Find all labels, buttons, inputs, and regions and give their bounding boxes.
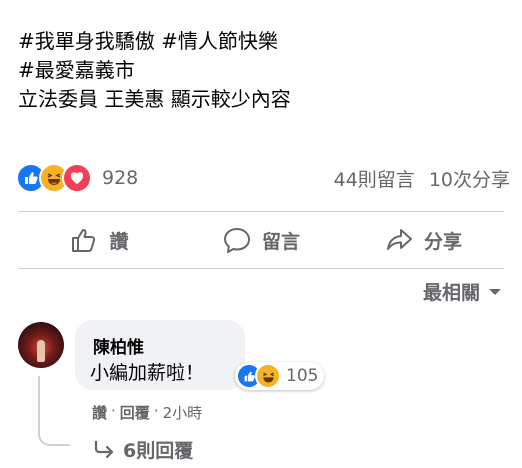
love-icon bbox=[62, 163, 92, 193]
comment-like-link[interactable]: 讚 bbox=[92, 402, 107, 423]
post-hashtags-line[interactable]: #我單身我驕傲 #情人節快樂 bbox=[18, 27, 291, 56]
comment-author[interactable]: 陳柏惟 bbox=[93, 333, 144, 358]
comment-reaction-count: 105 bbox=[286, 366, 319, 386]
comment-button[interactable]: 留言 bbox=[180, 216, 342, 264]
view-replies-label: 6則回覆 bbox=[123, 440, 194, 462]
action-bar: 讚 留言 分享 bbox=[18, 216, 504, 264]
share-button[interactable]: 分享 bbox=[342, 216, 504, 264]
caret-down-icon bbox=[489, 288, 501, 295]
comment-reaction-summary[interactable]: 105 bbox=[235, 362, 325, 390]
reply-thread-line bbox=[38, 376, 70, 446]
thumbs-up-icon bbox=[72, 229, 96, 253]
comment-reply-link[interactable]: 回覆 bbox=[120, 402, 150, 423]
post-signature-line[interactable]: 立法委員 王美惠 顯示較少內容 bbox=[18, 85, 291, 114]
share-arrow-icon bbox=[386, 229, 412, 250]
view-replies-link[interactable]: 6則回覆 bbox=[93, 436, 193, 463]
divider-bottom bbox=[18, 268, 504, 269]
avatar-figure bbox=[37, 340, 45, 362]
like-button[interactable]: 讚 bbox=[18, 216, 180, 264]
comment-text: 小編加薪啦！ bbox=[90, 362, 205, 384]
like-button-label: 讚 bbox=[109, 230, 129, 253]
divider-top bbox=[18, 211, 504, 212]
meta-separator: · bbox=[111, 402, 116, 420]
post-text: #我單身我驕傲 #情人節快樂 #最愛嘉義市 立法委員 王美惠 顯示較少內容 bbox=[18, 27, 291, 114]
sort-label: 最相關 bbox=[422, 282, 480, 304]
haha-icon bbox=[255, 363, 281, 389]
avatar[interactable] bbox=[18, 322, 64, 368]
comment-meta: 讚 · 回覆 · 2小時 bbox=[92, 402, 202, 423]
comment-count-link[interactable]: 44則留言 bbox=[334, 165, 415, 192]
post-stats: 928 44則留言 10次分享 bbox=[16, 160, 510, 196]
reaction-count: 928 bbox=[102, 167, 139, 189]
reply-arrow-icon bbox=[94, 440, 114, 458]
post-hashtag-city[interactable]: #最愛嘉義市 bbox=[18, 56, 291, 85]
share-count-link[interactable]: 10次分享 bbox=[429, 165, 510, 192]
meta-separator: · bbox=[153, 402, 159, 420]
comment-timestamp[interactable]: 2小時 bbox=[163, 402, 203, 423]
reaction-summary[interactable]: 928 bbox=[16, 163, 138, 193]
comment-sort-dropdown[interactable]: 最相關 bbox=[423, 278, 502, 305]
comment-bubble-icon bbox=[223, 228, 250, 253]
share-button-label: 分享 bbox=[423, 230, 462, 253]
comment-button-label: 留言 bbox=[261, 230, 300, 253]
